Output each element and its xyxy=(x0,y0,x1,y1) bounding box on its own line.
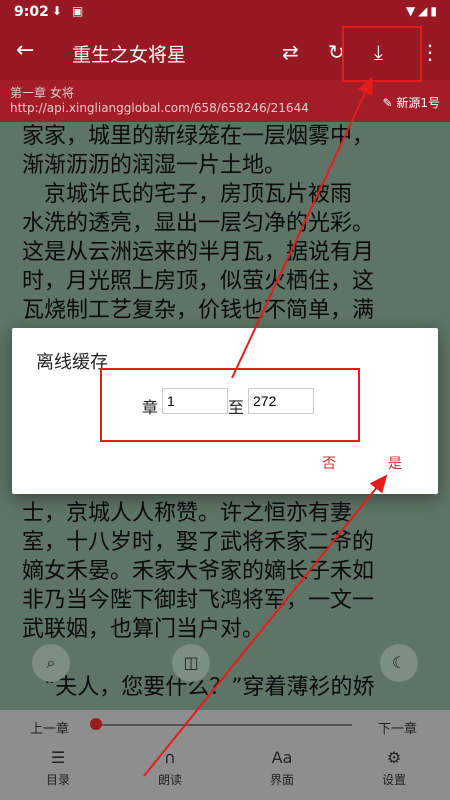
annotation-arrows xyxy=(143,76,388,777)
arrow-to-confirm xyxy=(143,474,388,777)
arrow-to-download xyxy=(231,76,373,379)
